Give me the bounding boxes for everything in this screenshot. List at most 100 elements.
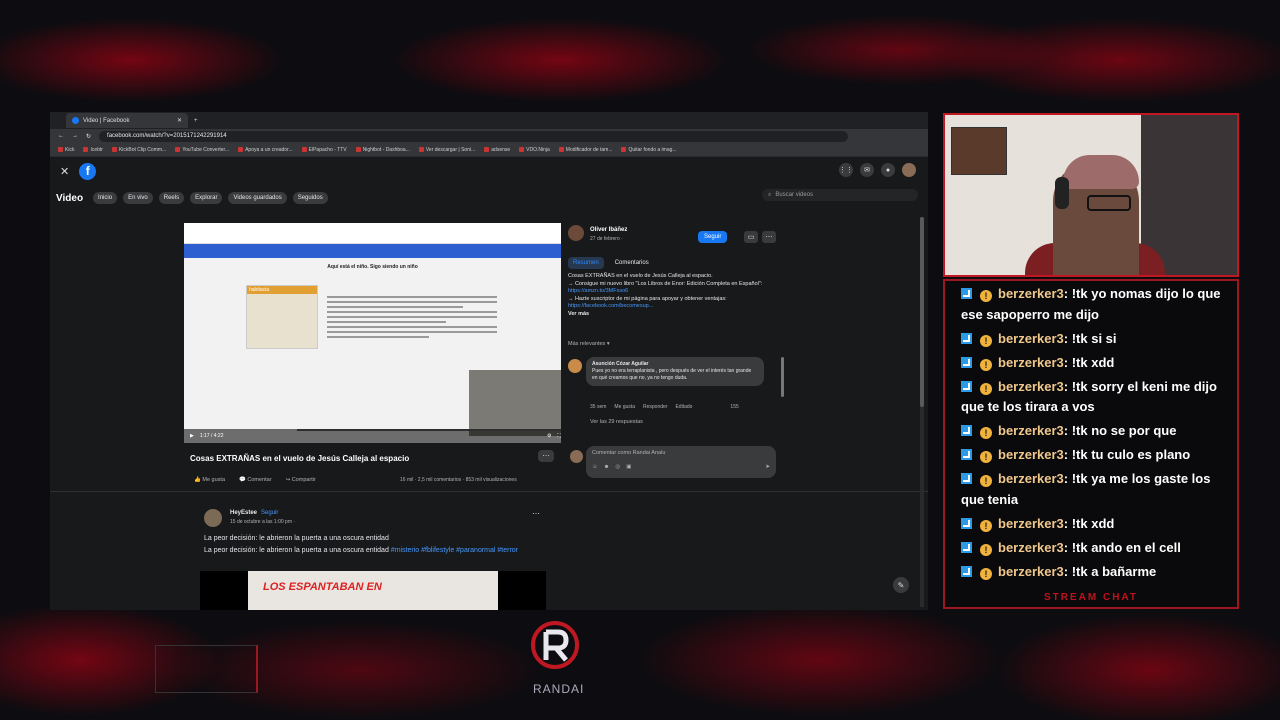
bookmark-icon — [111, 147, 117, 152]
video-description: Cosas EXTRAÑAS en el vuelo de Jesús Call… — [568, 273, 778, 318]
video-player[interactable]: Aquí está el niño. Sigo siendo un niño h… — [184, 223, 561, 443]
settings-icon[interactable]: ⚙ — [547, 433, 551, 439]
facebook-logo-icon[interactable]: f — [79, 162, 97, 180]
fullscreen-icon[interactable]: ⛶ — [557, 433, 561, 439]
menu-grid-icon[interactable]: ⋮⋮ — [839, 163, 853, 177]
notifications-icon[interactable]: ● — [881, 163, 895, 177]
page-scrollbar[interactable] — [920, 217, 924, 607]
chat-footer-label: STREAM CHAT — [1043, 592, 1139, 603]
address-field[interactable]: facebook.com/watch/?v=2015171242291914 — [99, 130, 848, 142]
more-icon[interactable]: ⋯ — [762, 231, 776, 243]
nav-en-vivo[interactable]: En vivo — [123, 192, 153, 204]
book-link[interactable]: https://amzn.to/3MFsso6 — [568, 288, 628, 294]
alert-badge-icon: ! — [980, 382, 992, 395]
comment-composer[interactable]: Comentar como Randai Analu ☺ ☻ ◎ ▣ ➤ — [586, 446, 776, 478]
bookmark-item[interactable]: KickBot Clip Comm... — [111, 147, 166, 153]
browser-tab[interactable]: Video | Facebook ✕ — [66, 113, 188, 128]
sticker-icon[interactable]: ☺ — [592, 464, 598, 470]
back-icon[interactable]: ← — [58, 133, 64, 139]
post-follow-link[interactable]: Seguir — [261, 510, 278, 516]
composer-avatar-wrap — [570, 450, 583, 463]
bookmarks-bar: Kick Icebtr KickBot Clip Comm... YouTube… — [50, 143, 928, 157]
browser-window: Video | Facebook ✕ + ← → ↻ facebook.com/… — [50, 112, 928, 610]
bookmark-item[interactable]: adsense — [484, 147, 510, 153]
like-button[interactable]: 👍 Me gusta — [194, 477, 225, 483]
video-more-options-button[interactable]: ⋯ — [538, 450, 554, 462]
bookmark-icon — [519, 147, 525, 152]
search-videos-input[interactable]: ⌕ Buscar videos — [762, 189, 918, 201]
bookmark-item[interactable]: Ver descargar | Soni... — [418, 147, 475, 153]
post-text: La peor decisión: le abrieron la puerta … — [204, 547, 519, 554]
comment-author[interactable]: Asunción Cózar Aguilar — [592, 361, 758, 368]
tab-resumen[interactable]: Resumen — [568, 257, 604, 269]
bookmark-icon — [83, 147, 89, 152]
nav-inicio[interactable]: Inicio — [93, 192, 118, 204]
bookmark-icon — [418, 147, 424, 152]
comment-sort-dropdown[interactable]: Más relevantes ▾ — [568, 341, 610, 347]
comment-button[interactable]: 💬 Comentar — [239, 477, 272, 483]
subscribe-link[interactable]: https://facebook.com/becomesup... — [568, 303, 653, 309]
nav-explorar[interactable]: Explorar — [190, 192, 223, 204]
share-button[interactable]: ↪ Compartir — [286, 477, 316, 483]
fb-topbar: ✕ f — [50, 157, 928, 185]
channel-name[interactable]: Oliver Ibáñez — [590, 227, 627, 233]
reload-icon[interactable]: ↻ — [86, 133, 91, 140]
post-hashtags[interactable]: #misterio #fblifestyle #paranormal #terr… — [391, 547, 518, 554]
bookmark-item[interactable]: Icebtr — [83, 147, 103, 153]
bookmark-item[interactable]: Nightbot - Dashboa... — [355, 147, 410, 153]
alert-badge-icon: ! — [980, 334, 992, 347]
compose-message-icon[interactable]: ✎ — [893, 577, 909, 593]
save-icon[interactable]: ▭ — [744, 231, 758, 243]
nav-videos-guardados[interactable]: Videos guardados — [228, 192, 287, 204]
channel-avatar[interactable] — [568, 225, 584, 241]
facebook-watch-page: ✕ f ⋮⋮ ✉ ● Video Inicio En vivo Reels Ex… — [50, 157, 928, 610]
profile-avatar[interactable] — [902, 163, 916, 177]
stream-chat: ! berzerker3: !tk yo nomas dijo lo que es… — [943, 279, 1239, 609]
post-options-icon[interactable]: ⋯ — [532, 509, 540, 518]
article-header — [184, 244, 561, 258]
view-replies-link[interactable]: Ver las 29 respuestas — [590, 419, 643, 425]
video-timestamp: 1:17 / 4:22 — [199, 433, 224, 439]
bookmark-item[interactable]: Kick — [58, 147, 74, 153]
gif-icon[interactable]: ▣ — [626, 464, 631, 470]
see-more-link[interactable]: Ver más — [568, 311, 778, 319]
comment-reply-button[interactable]: Responder — [643, 404, 667, 410]
tab-close-icon[interactable]: ✕ — [177, 117, 182, 124]
forward-icon[interactable]: → — [72, 133, 78, 139]
bookmark-item[interactable]: YouTube Converter... — [175, 147, 229, 153]
bookmark-item[interactable]: Apoya a un creador... — [238, 147, 293, 153]
bookmark-item[interactable]: VDO.Ninja — [519, 147, 550, 153]
comments-scrollbar[interactable] — [781, 357, 784, 397]
video-actions: 👍 Me gusta 💬 Comentar ↪ Compartir — [194, 477, 316, 483]
facebook-favicon-icon — [72, 117, 79, 124]
new-tab-icon[interactable]: + — [194, 118, 198, 124]
follow-button[interactable]: Seguir — [698, 231, 728, 243]
post-author-avatar[interactable] — [204, 509, 222, 527]
bookmark-item[interactable]: Modificador de tam... — [558, 147, 612, 153]
article-image: habitacia — [246, 285, 318, 349]
comment-like-button[interactable]: Me gusta — [614, 404, 635, 410]
bookmark-icon — [175, 147, 181, 152]
camera-icon[interactable]: ◎ — [615, 464, 620, 470]
send-icon[interactable]: ➤ — [765, 464, 770, 470]
close-icon[interactable]: ✕ — [60, 165, 69, 178]
post-video-thumbnail[interactable]: LOS ESPANTABAN EN — [200, 571, 546, 610]
page-scrollbar-thumb[interactable] — [920, 217, 924, 407]
play-icon[interactable]: ▶ — [190, 433, 194, 439]
messenger-icon[interactable]: ✉ — [860, 163, 874, 177]
chat-username: berzerker3 — [998, 539, 1064, 555]
channel-post-date: 27 de febrero · — [590, 236, 623, 242]
emoji-icon[interactable]: ☻ — [604, 464, 610, 470]
comment-avatar[interactable] — [568, 359, 582, 373]
prime-badge-icon — [961, 541, 972, 553]
page-title: Video — [56, 192, 84, 204]
tab-comentarios[interactable]: Comentarios — [610, 257, 654, 269]
nav-reels[interactable]: Reels — [158, 192, 185, 204]
article-quote: Aquí está el niño. Sigo siendo un niño — [327, 264, 418, 270]
post-author[interactable]: HeyEstee Seguir — [230, 510, 278, 516]
chat-username: berzerker3 — [998, 286, 1064, 301]
nav-seguidos[interactable]: Seguidos — [292, 192, 328, 204]
bookmark-icon — [558, 147, 564, 152]
bookmark-item[interactable]: ElPapacho - TTV — [301, 147, 347, 153]
bookmark-item[interactable]: Quitar fondo a imag... — [621, 147, 677, 153]
